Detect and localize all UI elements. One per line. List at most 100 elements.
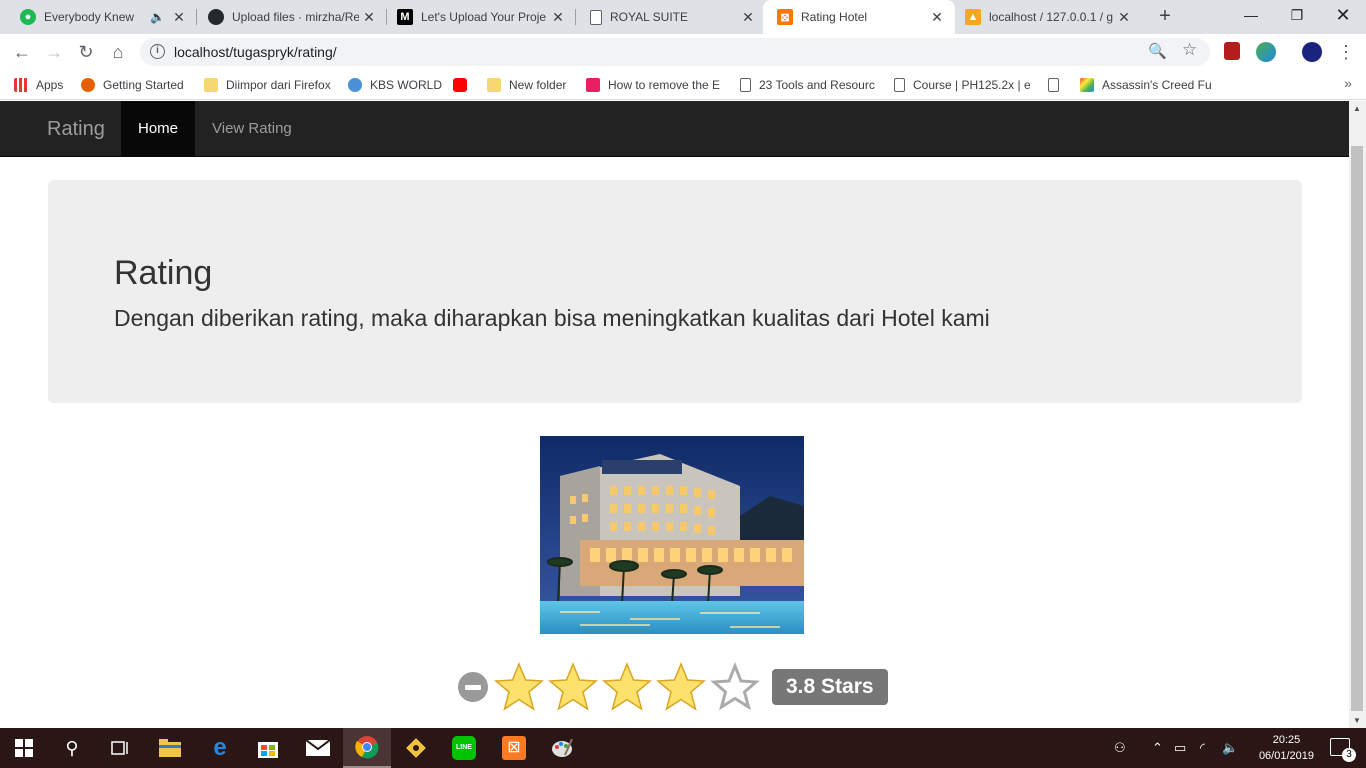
tab-lets-upload[interactable]: M Let's Upload Your Proje ✕ — [377, 0, 576, 34]
star-outline-icon[interactable] — [708, 662, 762, 712]
close-icon[interactable]: ✕ — [738, 9, 758, 26]
bookmark-blank-doc[interactable] — [1048, 76, 1067, 94]
chrome-icon[interactable] — [343, 728, 391, 768]
windows-start-icon[interactable] — [0, 728, 48, 768]
paint-icon[interactable] — [538, 728, 586, 768]
star-icon[interactable] — [600, 662, 654, 712]
star-icon[interactable] — [546, 662, 600, 712]
close-window-button[interactable]: ✕ — [1320, 0, 1366, 34]
scroll-up-icon[interactable]: ▲ — [1353, 104, 1361, 113]
github-icon — [208, 9, 224, 25]
tab-phpmyadmin[interactable]: ▲ localhost / 127.0.0.1 / g ✕ — [945, 0, 1142, 34]
close-icon[interactable]: ✕ — [548, 9, 568, 26]
nav-home[interactable]: Home — [121, 101, 196, 157]
tab-royal-suite[interactable]: ROYAL SUITE ✕ — [570, 0, 766, 34]
nav-view-rating[interactable]: View Rating — [195, 101, 309, 157]
bookmark-label: How to remove the E — [608, 78, 721, 92]
star-icon[interactable] — [654, 662, 708, 712]
bookmark-label: Apps — [36, 78, 64, 92]
bookmark-star-icon[interactable]: ☆ — [1182, 40, 1197, 60]
scrollbar-thumb[interactable] — [1351, 146, 1363, 711]
forward-button[interactable]: → — [42, 40, 66, 64]
bookmark-apps[interactable]: Apps — [14, 76, 63, 94]
bookmarks-bar: Apps Getting Started Diimpor dari Firefo… — [0, 70, 1366, 100]
chevron-up-icon[interactable]: ⌃ — [1152, 728, 1163, 768]
maximize-button[interactable]: ❐ — [1274, 0, 1320, 34]
search-icon[interactable]: ⚲ — [48, 728, 96, 768]
new-tab-button[interactable]: + — [1154, 5, 1176, 27]
bookmark-new-folder[interactable]: New folder — [487, 76, 566, 94]
tab-everybody-knew[interactable]: ● Everybody Knew 🔈 ✕ — [0, 0, 197, 34]
address-bar[interactable]: i localhost/tugaspryk/rating/ 🔍 ☆ — [140, 38, 1210, 66]
back-button[interactable]: ← — [10, 40, 34, 64]
medium-icon: M — [397, 9, 413, 25]
info-icon[interactable]: i — [150, 44, 165, 59]
speaker-icon[interactable]: 🔈 — [150, 10, 165, 24]
bookmark-kbs-world[interactable]: KBS WORLD — [348, 76, 442, 94]
bookmark-site-icon — [586, 78, 600, 92]
shield-extension-icon[interactable] — [1224, 42, 1240, 60]
home-button[interactable]: ⌂ — [106, 40, 130, 64]
globe-extension-icon[interactable] — [1256, 42, 1276, 62]
chevron-right-icon[interactable]: » — [1344, 75, 1352, 91]
firefox-icon — [81, 78, 95, 92]
apps-grid-icon — [14, 78, 28, 92]
edge-icon[interactable]: e — [196, 728, 244, 768]
page-scrollbar[interactable]: ▲ ▼ — [1349, 101, 1366, 728]
more-menu-icon[interactable]: ⋮ — [1334, 40, 1358, 64]
bookmark-how-to-remove[interactable]: How to remove the E — [586, 76, 722, 94]
scroll-down-icon[interactable]: ▼ — [1353, 716, 1361, 725]
tab-upload-files[interactable]: Upload files · mirzha/Re ✕ — [188, 0, 387, 34]
page-title: Rating — [114, 254, 213, 292]
bookmark-label: Assassin's Creed Full — [1102, 78, 1212, 92]
close-icon[interactable]: ✕ — [1114, 9, 1134, 26]
bookmark-course[interactable]: Course | PH125.2x | e — [894, 76, 1030, 94]
taskbar-clock[interactable]: 20:25 06/01/2019 — [1259, 732, 1314, 764]
document-icon — [894, 78, 905, 92]
xampp-icon[interactable]: ⊠ — [490, 728, 538, 768]
reload-button[interactable]: ↻ — [74, 40, 98, 64]
people-icon[interactable]: ⚇ — [1114, 728, 1126, 768]
page-subtitle: Dengan diberikan rating, maka diharapkan… — [114, 305, 990, 331]
zoom-icon[interactable]: 🔍 — [1148, 42, 1167, 60]
tab-title: localhost / 127.0.0.1 / g — [989, 10, 1114, 24]
star-rating-widget[interactable]: 3.8 Stars — [458, 661, 888, 713]
volume-icon[interactable]: 🔈 — [1222, 728, 1238, 768]
close-icon[interactable]: ✕ — [359, 9, 379, 26]
youtube-icon — [453, 78, 467, 92]
mail-icon[interactable] — [294, 728, 342, 768]
bookmark-label: KBS WORLD — [370, 78, 443, 92]
wifi-icon[interactable]: ◜ — [1200, 728, 1205, 768]
music-icon: ● — [20, 9, 36, 25]
document-icon — [1048, 78, 1059, 92]
file-explorer-icon[interactable] — [146, 728, 194, 768]
minimize-button[interactable]: — — [1228, 0, 1274, 34]
bookmark-getting-started[interactable]: Getting Started — [81, 76, 184, 94]
navbar-brand[interactable]: Rating — [47, 118, 105, 141]
notification-count: 3 — [1342, 748, 1356, 762]
bookmark-assassins-creed[interactable]: Assassin's Creed Full — [1080, 76, 1212, 94]
avatar[interactable] — [1302, 42, 1322, 62]
close-icon[interactable]: ✕ — [927, 9, 947, 26]
tab-rating-hotel[interactable]: ⊠ Rating Hotel ✕ — [763, 0, 955, 34]
hotel-photo — [540, 436, 804, 634]
bookmark-label: 23 Tools and Resourc — [759, 78, 875, 92]
bookmark-youtube[interactable] — [453, 76, 475, 94]
line-icon[interactable]: LINE — [440, 728, 488, 768]
folder-icon — [487, 78, 501, 92]
document-icon — [590, 9, 602, 25]
bookmark-label: Course | PH125.2x | e — [913, 78, 1030, 92]
tab-title: Rating Hotel — [801, 10, 868, 24]
notification-center-icon[interactable]: 3 — [1330, 738, 1356, 762]
star-icon[interactable] — [492, 662, 546, 712]
task-view-icon[interactable] — [96, 728, 144, 768]
clear-rating-button[interactable] — [458, 672, 488, 702]
bookmark-diimpor[interactable]: Diimpor dari Firefox — [204, 76, 331, 94]
url-text[interactable]: localhost/tugaspryk/rating/ — [174, 44, 337, 60]
store-icon[interactable] — [244, 728, 292, 768]
git-icon[interactable] — [392, 728, 440, 768]
close-icon[interactable]: ✕ — [169, 9, 189, 26]
battery-icon[interactable]: ▭ — [1174, 728, 1186, 768]
clock-date: 06/01/2019 — [1258, 750, 1314, 762]
bookmark-23-tools[interactable]: 23 Tools and Resourc — [740, 76, 878, 94]
